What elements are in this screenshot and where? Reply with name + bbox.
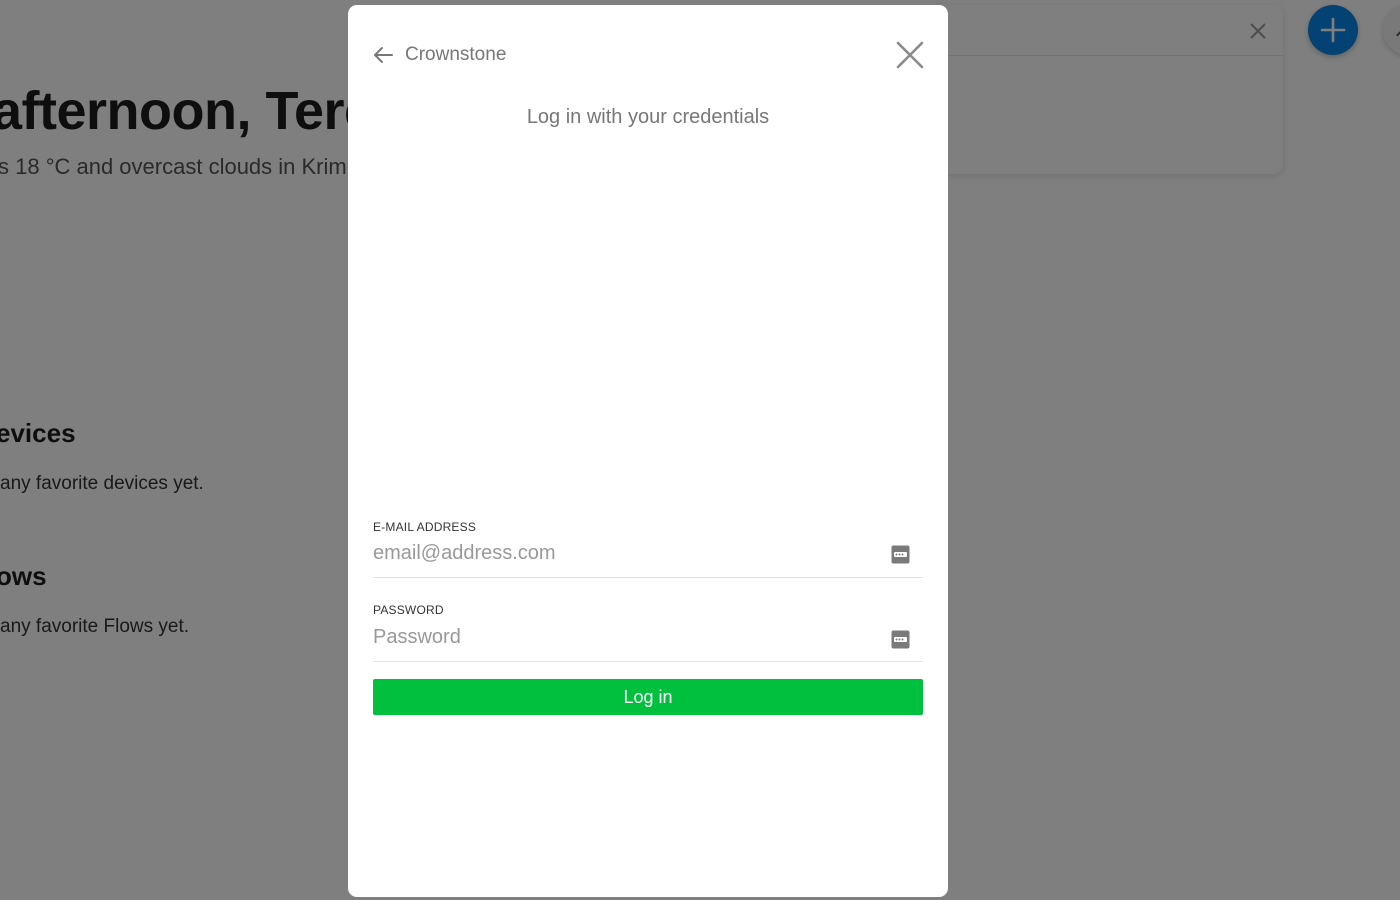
login-dialog	[348, 5, 948, 897]
password-label: PASSWORD	[373, 603, 444, 617]
email-field[interactable]	[373, 539, 883, 567]
password-field[interactable]	[373, 623, 883, 651]
dialog-subtitle: Log in with your credentials	[526, 106, 770, 128]
dialog-title: Crownstone	[405, 44, 507, 65]
close-icon[interactable]	[895, 40, 925, 70]
password-manager-icon[interactable]	[891, 630, 910, 649]
login-button[interactable]: Log in	[373, 679, 923, 715]
email-label: E-MAIL ADDRESS	[373, 520, 477, 534]
password-underline	[373, 661, 923, 662]
arrow-left-icon[interactable]	[370, 43, 396, 67]
password-manager-icon[interactable]	[891, 545, 910, 564]
email-underline	[373, 577, 923, 578]
